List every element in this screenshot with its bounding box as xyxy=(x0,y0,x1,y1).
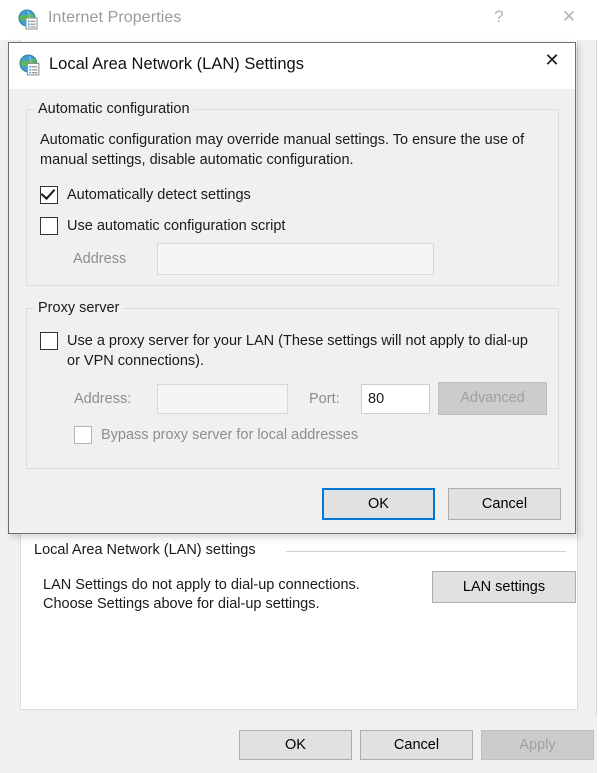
use-automatic-configuration-script-label: Use automatic configuration script xyxy=(67,218,286,234)
lan-settings-description: LAN Settings do not apply to dial-up con… xyxy=(43,576,423,614)
checkbox-box-checked xyxy=(40,184,58,204)
checkbox-box-unchecked xyxy=(40,332,58,350)
close-icon[interactable]: ✕ xyxy=(546,0,592,34)
automatically-detect-settings-checkbox[interactable]: Automatically detect settings xyxy=(40,184,251,205)
parent-window-title: Internet Properties xyxy=(48,9,182,26)
use-automatic-configuration-script-checkbox[interactable]: Use automatic configuration script xyxy=(40,216,285,236)
use-proxy-server-checkbox[interactable]: Use a proxy server for your LAN (These s… xyxy=(40,331,540,371)
advanced-button: Advanced xyxy=(438,382,547,415)
checkbox-box-unchecked xyxy=(40,217,58,235)
proxy-port-input: 80 xyxy=(361,384,430,414)
automatic-configuration-group: Automatic configuration Automatic config… xyxy=(26,101,559,286)
automatically-detect-settings-label: Automatically detect settings xyxy=(67,187,251,203)
bypass-proxy-label: Bypass proxy server for local addresses xyxy=(101,427,359,443)
lan-settings-group: Local Area Network (LAN) settings LAN Se… xyxy=(34,542,576,620)
lan-settings-dialog: Local Area Network (LAN) Settings ✕ Auto… xyxy=(8,42,576,534)
proxy-address-label: Address: xyxy=(74,391,132,407)
cancel-button[interactable]: Cancel xyxy=(360,730,473,760)
group-divider xyxy=(286,551,566,552)
bypass-proxy-checkbox: Bypass proxy server for local addresses xyxy=(74,425,358,445)
apply-button: Apply xyxy=(481,730,594,760)
automatic-configuration-group-title: Automatic configuration xyxy=(34,101,194,117)
help-icon[interactable]: ? xyxy=(476,0,522,34)
ok-button[interactable]: OK xyxy=(322,488,435,520)
proxy-server-group-title: Proxy server xyxy=(34,300,124,316)
help-icon-glyph: ? xyxy=(494,7,504,26)
close-icon-glyph: ✕ xyxy=(544,49,560,70)
ok-button[interactable]: OK xyxy=(239,730,352,760)
internet-properties-globe-icon xyxy=(19,54,42,77)
dialog-title: Local Area Network (LAN) Settings xyxy=(49,55,304,73)
automatic-configuration-description: Automatic configuration may override man… xyxy=(40,132,525,168)
lan-settings-group-title: Local Area Network (LAN) settings xyxy=(34,542,256,558)
checkbox-box-unchecked xyxy=(74,426,92,444)
parent-titlebar: Internet Properties ? ✕ xyxy=(0,0,597,40)
auto-config-address-input xyxy=(157,243,434,275)
cancel-button[interactable]: Cancel xyxy=(448,488,561,520)
close-icon-glyph: ✕ xyxy=(561,7,577,26)
lan-settings-description-line1: LAN Settings do not apply to dial-up con… xyxy=(43,577,360,593)
proxy-address-input xyxy=(157,384,288,414)
close-icon[interactable]: ✕ xyxy=(529,43,575,77)
proxy-server-group: Proxy server Use a proxy server for your… xyxy=(26,300,559,469)
proxy-port-label: Port: xyxy=(309,391,340,407)
auto-config-address-label: Address xyxy=(73,251,127,267)
use-proxy-server-label: Use a proxy server for your LAN (These s… xyxy=(67,333,528,369)
dialog-titlebar: Local Area Network (LAN) Settings ✕ xyxy=(9,43,575,89)
lan-settings-description-line2: Choose Settings above for dial-up settin… xyxy=(43,596,320,612)
parent-window-footer: OK Cancel Apply xyxy=(0,715,597,773)
lan-settings-button[interactable]: LAN settings xyxy=(432,571,576,603)
internet-properties-globe-icon xyxy=(18,9,40,31)
